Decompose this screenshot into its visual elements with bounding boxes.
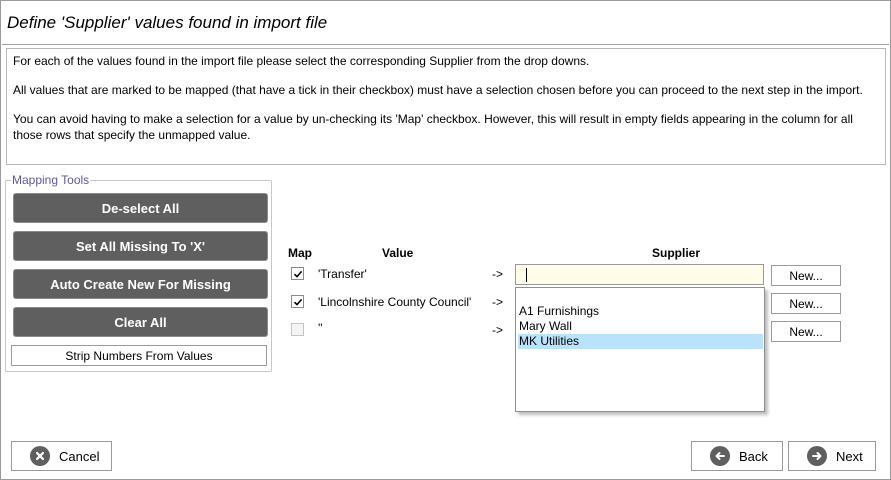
strip-numbers-button[interactable]: Strip Numbers From Values bbox=[11, 345, 267, 366]
mapping-arrow: -> bbox=[492, 323, 504, 337]
title-divider bbox=[2, 44, 889, 45]
import-value: 'Transfer' bbox=[318, 267, 367, 281]
dropdown-option[interactable]: Mary Wall bbox=[518, 319, 763, 334]
supplier-combobox[interactable] bbox=[515, 264, 764, 285]
cancel-label: Cancel bbox=[59, 448, 100, 464]
mapping-tools-legend: Mapping Tools bbox=[11, 173, 91, 187]
mapping-arrow: -> bbox=[492, 295, 504, 309]
deselect-all-button[interactable]: De-select All bbox=[13, 193, 268, 223]
arrow-right-icon bbox=[807, 446, 827, 466]
set-all-missing-button[interactable]: Set All Missing To 'X' bbox=[13, 231, 268, 261]
instruction-1: For each of the values found in the impo… bbox=[13, 54, 590, 68]
new-supplier-button[interactable]: New... bbox=[771, 321, 841, 342]
wizard-window: Define 'Supplier' values found in import… bbox=[0, 0, 891, 480]
map-checkbox[interactable] bbox=[291, 267, 304, 280]
value-column-header: Value bbox=[382, 246, 414, 260]
import-value: '' bbox=[318, 321, 323, 335]
import-value: 'Lincolnshire County Council' bbox=[318, 295, 472, 309]
dropdown-option-highlighted[interactable]: MK Utilities bbox=[518, 334, 763, 349]
arrow-left-icon bbox=[710, 446, 730, 466]
back-label: Back bbox=[739, 448, 768, 464]
map-checkbox[interactable] bbox=[291, 323, 304, 336]
new-supplier-button[interactable]: New... bbox=[771, 265, 841, 286]
auto-create-new-button[interactable]: Auto Create New For Missing bbox=[13, 269, 268, 299]
check-icon bbox=[293, 298, 302, 306]
instructions-panel: For each of the values found in the impo… bbox=[6, 48, 886, 165]
dropdown-option[interactable]: A1 Furnishings bbox=[518, 304, 763, 319]
next-label: Next bbox=[836, 448, 863, 464]
check-icon bbox=[293, 270, 302, 278]
instruction-2: All values that are marked to be mapped … bbox=[13, 83, 863, 97]
map-checkbox[interactable] bbox=[291, 295, 304, 308]
map-column-header: Map bbox=[288, 246, 312, 260]
mapping-tools-group: Mapping Tools De-select All Set All Miss… bbox=[5, 173, 272, 372]
next-button[interactable]: Next bbox=[788, 441, 876, 471]
text-caret bbox=[526, 268, 527, 282]
supplier-column-header: Supplier bbox=[652, 246, 701, 260]
back-button[interactable]: Back bbox=[691, 441, 783, 471]
supplier-dropdown-list[interactable]: A1 Furnishings Mary Wall MK Utilities bbox=[515, 287, 765, 412]
mapping-arrow: -> bbox=[492, 267, 504, 281]
instruction-3: You can avoid having to make a selection… bbox=[13, 112, 853, 142]
new-supplier-button[interactable]: New... bbox=[771, 293, 841, 314]
page-title: Define 'Supplier' values found in import… bbox=[7, 13, 328, 32]
clear-all-button[interactable]: Clear All bbox=[13, 307, 268, 337]
close-icon bbox=[30, 446, 50, 466]
cancel-button[interactable]: Cancel bbox=[11, 441, 112, 471]
